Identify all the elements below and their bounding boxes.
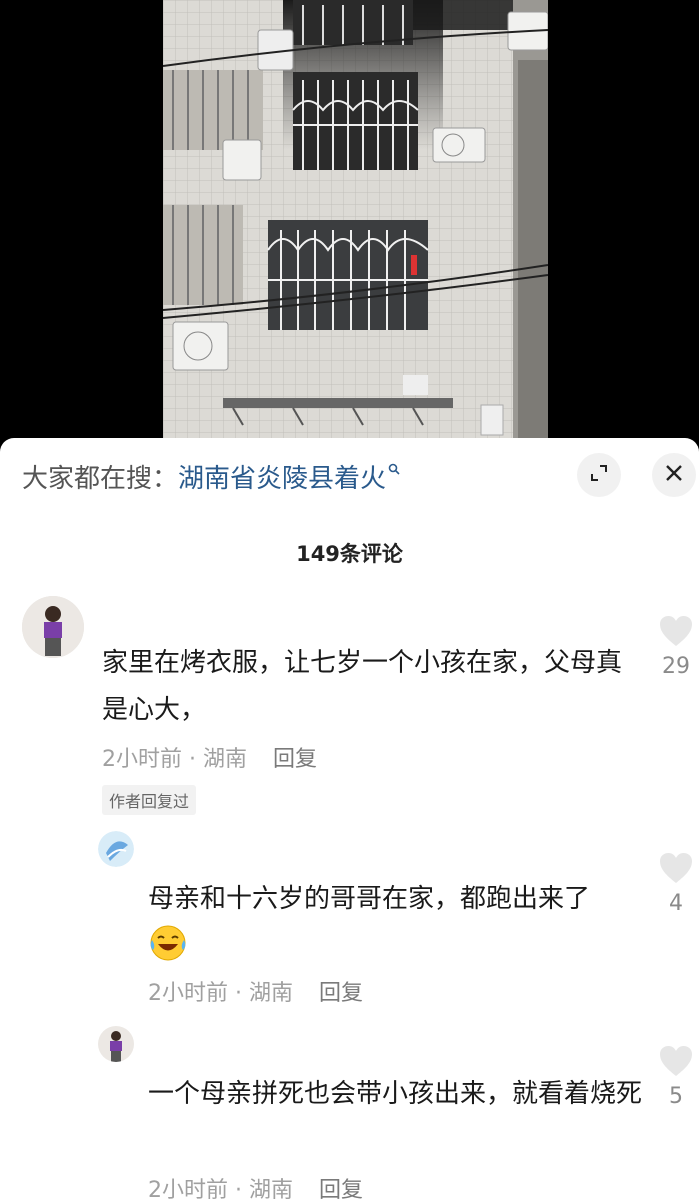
laughing-crying-emoji bbox=[148, 923, 188, 979]
like-count: 29 bbox=[662, 654, 690, 679]
close-button[interactable] bbox=[652, 453, 696, 497]
author-replied-tag: 作者回复过 bbox=[102, 785, 197, 815]
comment-meta: 2小时前 · 湖南 回复 bbox=[148, 981, 364, 1006]
comment-sheet: 大家都在搜： 湖南省炎陵县着火 149条评论 家里在烤衣服，让七岁一个小孩在家，… bbox=[0, 438, 699, 1199]
comment-count-title: 149条评论 bbox=[296, 542, 403, 566]
avatar[interactable] bbox=[98, 831, 134, 867]
search-prefix-label: 大家都在搜： bbox=[22, 463, 179, 494]
like-button[interactable]: 4 bbox=[651, 851, 699, 916]
reply-button[interactable]: 回复 bbox=[319, 1178, 363, 1199]
heart-icon bbox=[658, 853, 694, 889]
avatar[interactable] bbox=[98, 1026, 134, 1062]
heart-icon bbox=[658, 616, 694, 652]
reply-button[interactable]: 回复 bbox=[273, 747, 317, 772]
search-term-link[interactable]: 湖南省炎陵县着火 bbox=[178, 458, 386, 495]
comment-time: 2小时前 bbox=[148, 981, 228, 1006]
comment-text: 母亲和十六岁的哥哥在家，都跑出来了 bbox=[148, 876, 648, 979]
like-count: 5 bbox=[669, 1084, 683, 1109]
comment-meta: 2小时前 · 湖南 回复 bbox=[102, 747, 318, 772]
video-player[interactable] bbox=[0, 0, 699, 440]
avatar[interactable] bbox=[22, 596, 84, 658]
trending-search-bar[interactable]: 大家都在搜： 湖南省炎陵县着火 bbox=[22, 456, 400, 496]
comment-meta: 2小时前 · 湖南 回复 bbox=[148, 1172, 363, 1199]
expand-icon bbox=[588, 462, 610, 488]
video-frame-building-fire bbox=[163, 0, 548, 440]
comment-time: 2小时前 bbox=[102, 747, 182, 772]
comment-text: 家里在烤衣服，让七岁一个小孩在家，父母真是心大， bbox=[102, 648, 623, 725]
comment-location: 湖南 bbox=[248, 1178, 293, 1199]
expand-button[interactable] bbox=[577, 453, 621, 497]
search-icon[interactable] bbox=[388, 460, 400, 479]
like-button[interactable]: 29 bbox=[651, 614, 699, 679]
reply-button[interactable]: 回复 bbox=[319, 981, 363, 1006]
like-count: 4 bbox=[669, 891, 683, 916]
comment-text: 一个母亲拼死也会带小孩出来，就看着烧死 bbox=[148, 1079, 643, 1109]
comment-text-content: 母亲和十六岁的哥哥在家，都跑出来了 bbox=[148, 884, 591, 914]
close-icon bbox=[664, 463, 684, 487]
heart-icon bbox=[658, 1046, 694, 1082]
comment-location: 湖南 bbox=[202, 747, 247, 772]
comment-time: 2小时前 bbox=[148, 1178, 228, 1199]
comment-location: 湖南 bbox=[248, 981, 293, 1006]
like-button[interactable]: 5 bbox=[651, 1044, 699, 1109]
